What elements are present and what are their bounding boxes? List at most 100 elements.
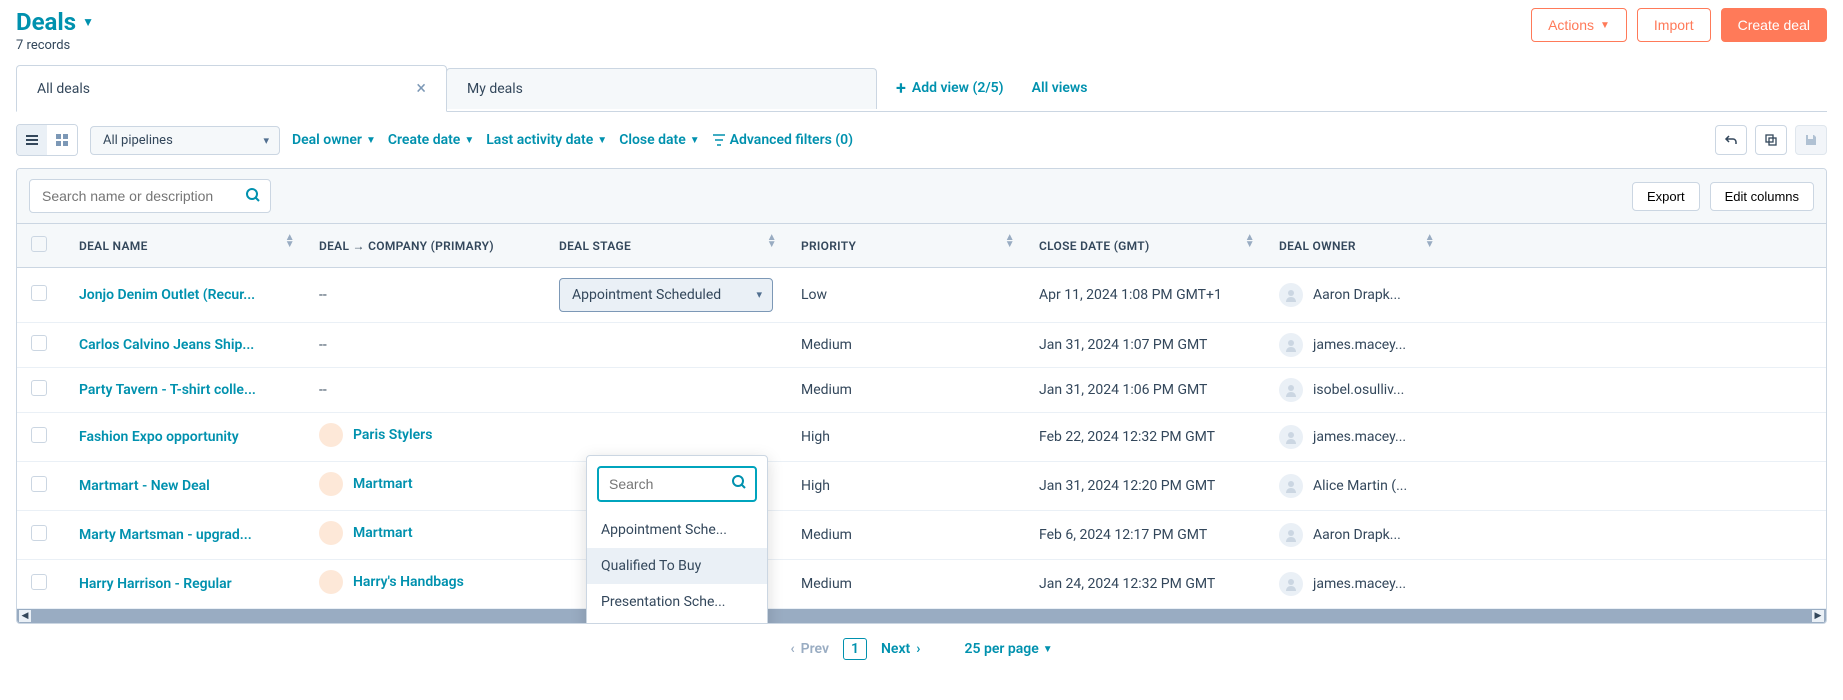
create-deal-button[interactable]: Create deal: [1721, 8, 1827, 42]
scroll-left-icon[interactable]: ◀: [19, 610, 31, 622]
company-cell[interactable]: Martmart: [319, 472, 413, 496]
select-all-checkbox[interactable]: [31, 236, 47, 252]
user-avatar-icon: [1279, 572, 1303, 596]
chevron-right-icon: ›: [916, 641, 920, 657]
company-cell: --: [319, 337, 327, 353]
board-view-button[interactable]: [47, 125, 77, 155]
filter-icon: [712, 133, 726, 147]
close-date-cell: Feb 6, 2024 12:17 PM GMT: [1025, 511, 1265, 560]
add-view-link[interactable]: +Add view (2/5): [896, 78, 1004, 99]
column-stage[interactable]: DEAL STAGE▲▼: [545, 224, 787, 268]
company-avatar: [319, 570, 343, 594]
priority-cell: High: [787, 413, 1025, 462]
deal-stage-select[interactable]: Appointment Scheduled: [559, 278, 773, 312]
company-cell: --: [319, 287, 327, 303]
priority-cell: Medium: [787, 511, 1025, 560]
column-close-date[interactable]: CLOSE DATE (GMT)▲▼: [1025, 224, 1265, 268]
tab-all-deals[interactable]: All deals×: [16, 65, 447, 112]
table-row: Jonjo Denim Outlet (Recur... -- Appointmen…: [17, 268, 1826, 323]
next-page-button[interactable]: Next›: [881, 641, 920, 657]
deal-name-link[interactable]: Party Tavern - T-shirt colle...: [79, 382, 256, 398]
tab-my-deals[interactable]: My deals: [446, 68, 877, 109]
close-date-cell: Jan 31, 2024 12:20 PM GMT: [1025, 462, 1265, 511]
page-number[interactable]: 1: [843, 638, 867, 660]
dropdown-option[interactable]: Presentation Sche...: [587, 584, 767, 620]
dropdown-option[interactable]: Qualified To Buy: [587, 548, 767, 584]
chevron-down-icon: ▼: [366, 135, 376, 146]
deal-name-link[interactable]: Jonjo Denim Outlet (Recur...: [79, 287, 255, 303]
deal-owner-filter[interactable]: Deal owner▼: [292, 132, 376, 148]
chevron-down-icon: ▼: [82, 15, 94, 29]
row-checkbox[interactable]: [31, 427, 47, 443]
deal-name-link[interactable]: Harry Harrison - Regular: [79, 576, 232, 592]
horizontal-scrollbar[interactable]: ◀ ▶: [17, 609, 1826, 623]
column-deal-name[interactable]: DEAL NAME▲▼: [65, 224, 305, 268]
prev-page-button[interactable]: ‹Prev: [790, 641, 829, 657]
user-avatar-icon: [1279, 474, 1303, 498]
company-cell[interactable]: Martmart: [319, 521, 413, 545]
company-cell[interactable]: Harry's Handbags: [319, 570, 464, 594]
owner-cell: james.macey...: [1279, 572, 1406, 596]
owner-cell: Aaron Drapk...: [1279, 523, 1401, 547]
chevron-down-icon: ▼: [1600, 20, 1610, 31]
edit-columns-button[interactable]: Edit columns: [1710, 182, 1814, 211]
record-count: 7 records: [16, 38, 94, 53]
owner-cell: james.macey...: [1279, 425, 1406, 449]
company-cell[interactable]: Paris Stylers: [319, 423, 432, 447]
row-checkbox[interactable]: [31, 335, 47, 351]
table-row: Party Tavern - T-shirt colle...--MediumJ…: [17, 368, 1826, 413]
undo-button[interactable]: [1715, 125, 1747, 155]
chevron-down-icon: ▼: [597, 135, 607, 146]
search-icon: [245, 187, 261, 207]
actions-button[interactable]: Actions▼: [1531, 8, 1627, 42]
search-icon: [731, 474, 747, 494]
pipeline-select[interactable]: All pipelines: [90, 126, 280, 155]
company-avatar: [319, 423, 343, 447]
close-date-cell: Jan 31, 2024 1:07 PM GMT: [1025, 323, 1265, 368]
deal-name-link[interactable]: Carlos Calvino Jeans Ship...: [79, 337, 254, 353]
priority-cell: High: [787, 462, 1025, 511]
user-avatar-icon: [1279, 333, 1303, 357]
list-view-button[interactable]: [17, 125, 47, 155]
all-views-link[interactable]: All views: [1032, 80, 1088, 96]
priority-cell: Medium: [787, 323, 1025, 368]
column-company[interactable]: DEAL → COMPANY (PRIMARY): [305, 224, 545, 268]
row-checkbox[interactable]: [31, 574, 47, 590]
import-button[interactable]: Import: [1637, 8, 1711, 42]
close-date-cell: Jan 24, 2024 12:32 PM GMT: [1025, 560, 1265, 609]
save-button[interactable]: [1795, 125, 1827, 155]
close-icon[interactable]: ×: [416, 78, 426, 99]
table-row: Fashion Expo opportunity Paris Stylers Hig…: [17, 413, 1826, 462]
dropdown-option[interactable]: Decision Maker Bo...: [587, 620, 767, 624]
stage-dropdown: Appointment Sche...Qualified To BuyPrese…: [586, 455, 768, 624]
deal-name-link[interactable]: Martmart - New Deal: [79, 478, 210, 494]
page-title[interactable]: Deals▼: [16, 8, 94, 36]
table-row: Carlos Calvino Jeans Ship... -- MediumJan …: [17, 323, 1826, 368]
last-activity-filter[interactable]: Last activity date▼: [486, 132, 607, 148]
chevron-down-icon: ▼: [464, 135, 474, 146]
row-checkbox[interactable]: [31, 476, 47, 492]
user-avatar-icon: [1279, 378, 1303, 402]
owner-cell: Aaron Drapk...: [1279, 283, 1401, 307]
copy-button[interactable]: [1755, 125, 1787, 155]
search-input[interactable]: [29, 179, 271, 213]
row-checkbox[interactable]: [31, 525, 47, 541]
deal-name-link[interactable]: Fashion Expo opportunity: [79, 429, 239, 445]
create-date-filter[interactable]: Create date▼: [388, 132, 474, 148]
chevron-left-icon: ‹: [790, 641, 794, 657]
scroll-right-icon[interactable]: ▶: [1812, 610, 1824, 622]
dropdown-option[interactable]: Appointment Sche...: [587, 512, 767, 548]
advanced-filters-link[interactable]: Advanced filters (0): [712, 132, 853, 148]
column-priority[interactable]: PRIORITY▲▼: [787, 224, 1025, 268]
row-checkbox[interactable]: [31, 380, 47, 396]
per-page-select[interactable]: 25 per page ▼: [964, 641, 1052, 657]
company-avatar: [319, 521, 343, 545]
chevron-down-icon: ▼: [1043, 644, 1053, 655]
user-avatar-icon: [1279, 283, 1303, 307]
table-row: Harry Harrison - Regular Harry's Handbags…: [17, 560, 1826, 609]
close-date-filter[interactable]: Close date▼: [619, 132, 699, 148]
deal-name-link[interactable]: Marty Martsman - upgrad...: [79, 527, 252, 543]
column-owner[interactable]: DEAL OWNER▲▼: [1265, 224, 1445, 268]
row-checkbox[interactable]: [31, 285, 47, 301]
export-button[interactable]: Export: [1632, 182, 1700, 211]
